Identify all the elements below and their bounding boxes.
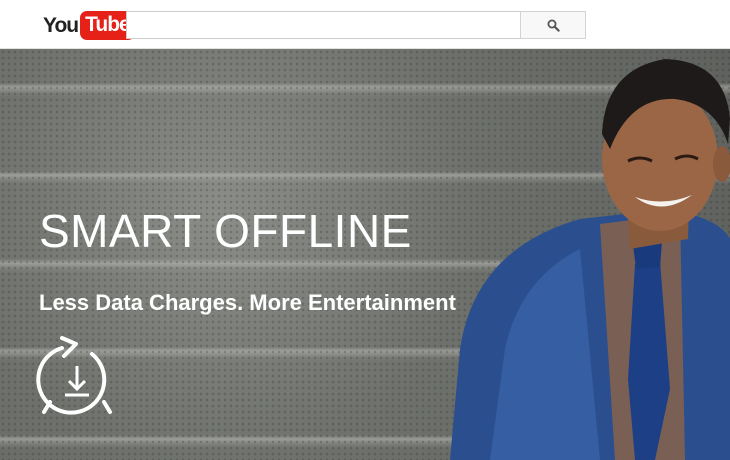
search-icon [547, 19, 560, 32]
hero-subtitle: Less Data Charges. More Entertainment [39, 290, 456, 315]
youtube-logo[interactable]: You Tube [43, 10, 135, 41]
hero-banner: SMART OFFLINE Less Data Charges. More En… [0, 49, 730, 460]
hero-title: SMART OFFLINE [39, 205, 412, 257]
top-bar: You Tube [0, 0, 730, 49]
offline-download-icon [36, 336, 112, 415]
page: You Tube SMART OFFLINE Less Data Charges… [0, 0, 730, 460]
search-input[interactable] [126, 11, 521, 39]
search-button[interactable] [520, 11, 586, 39]
logo-you-text: You [43, 13, 79, 37]
hero-person-image [450, 59, 730, 460]
